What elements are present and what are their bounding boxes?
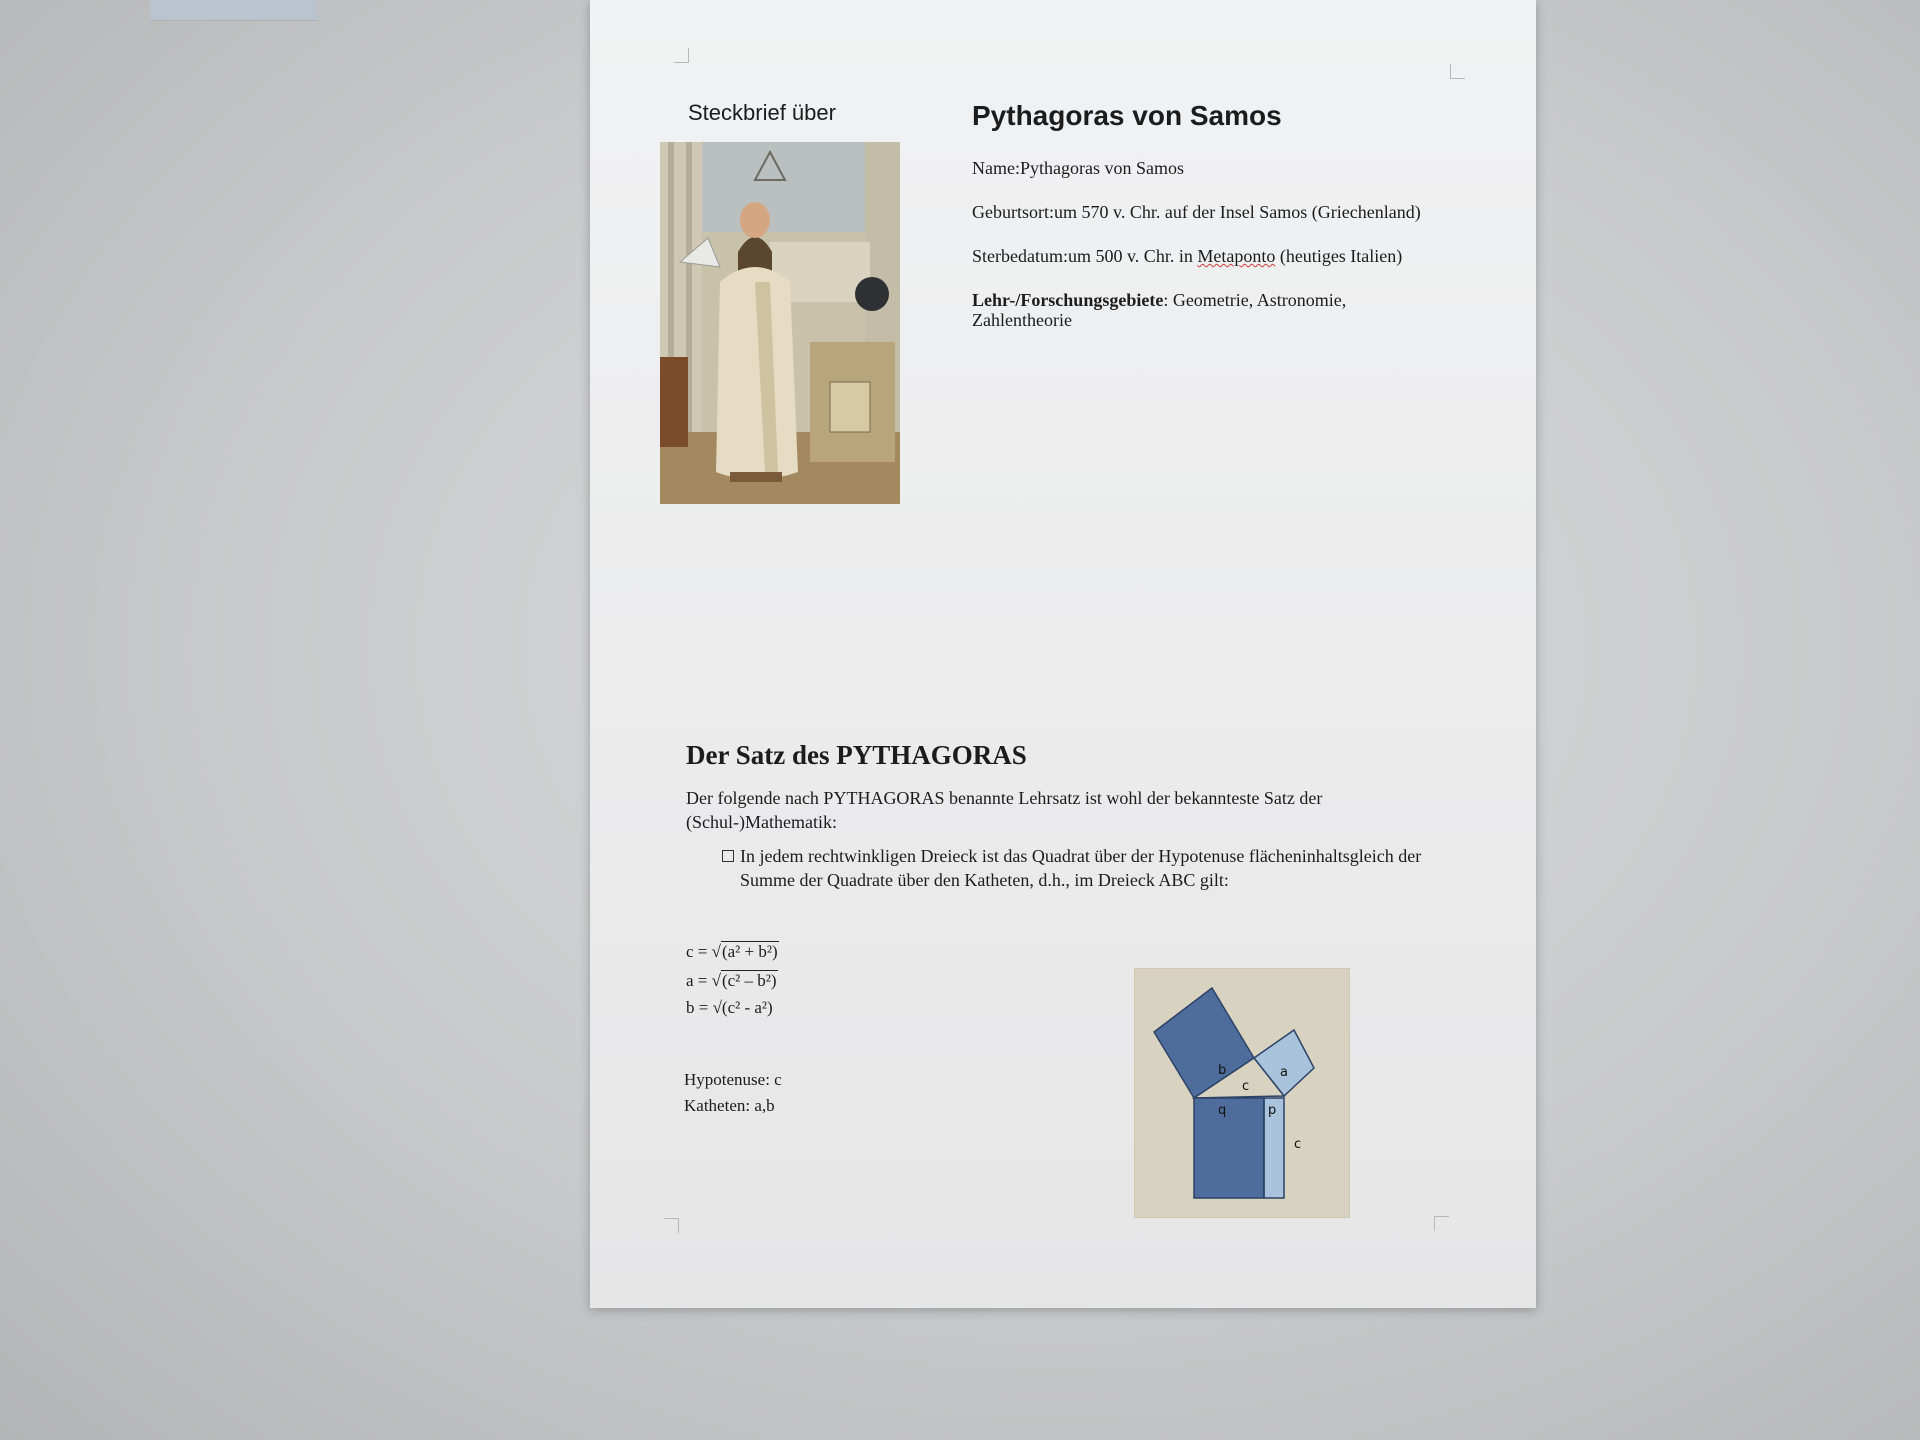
label-c-top: c <box>1242 1079 1249 1094</box>
research-fields-label: Lehr-/Forschungsgebiete <box>972 290 1164 310</box>
label-a: a <box>1280 1065 1288 1080</box>
steckbrief-label: Steckbrief über <box>688 100 836 125</box>
formula-c: c = √(a² + b²) <box>686 941 779 961</box>
death-prefix: Sterbedatum:um 500 v. Chr. in <box>972 246 1198 266</box>
window-tab <box>150 0 318 21</box>
death-suffix: (heutiges Italien) <box>1275 246 1403 266</box>
hypotenuse-label: Hypotenuse: c <box>684 1070 782 1089</box>
label-b: b <box>1218 1063 1226 1078</box>
page-title: Pythagoras von Samos <box>972 100 1282 131</box>
theorem-statement: In jedem rechtwinkligen Dreieck ist das … <box>740 846 1422 890</box>
katheten-label: Katheten: a,b <box>684 1096 775 1115</box>
crop-mark <box>1434 1216 1449 1231</box>
pythagoras-portrait-image <box>660 142 900 504</box>
section-intro: Der folgende nach PYTHAGORAS benannte Le… <box>686 788 1323 832</box>
info-research-fields: Lehr-/Forschungsgebiete: Geometrie, Astr… <box>972 290 1442 330</box>
section-heading: Der Satz des PYTHAGORAS <box>686 740 1027 770</box>
crop-mark <box>664 1218 679 1233</box>
death-place-spellcheck: Metaponto <box>1197 246 1276 266</box>
formula-a: a = √(c² – b²) <box>686 970 778 990</box>
bullet-square-icon <box>722 850 734 862</box>
info-death: Sterbedatum:um 500 v. Chr. in Metaponto … <box>972 246 1402 267</box>
info-name: Name:Pythagoras von Samos <box>972 158 1184 178</box>
label-c-side: c <box>1294 1137 1301 1152</box>
crop-mark <box>674 48 689 63</box>
pythagoras-diagram: b a c q p c <box>1134 968 1350 1218</box>
info-birthplace: Geburtsort:um 570 v. Chr. auf der Insel … <box>972 202 1421 222</box>
label-q: q <box>1218 1103 1226 1118</box>
document-page: Steckbrief über Pythagoras von Samos Nam… <box>590 0 1536 1308</box>
crop-mark <box>1450 64 1465 79</box>
formula-b: b = √(c² - a²) <box>686 998 773 1017</box>
label-p: p <box>1268 1103 1276 1118</box>
